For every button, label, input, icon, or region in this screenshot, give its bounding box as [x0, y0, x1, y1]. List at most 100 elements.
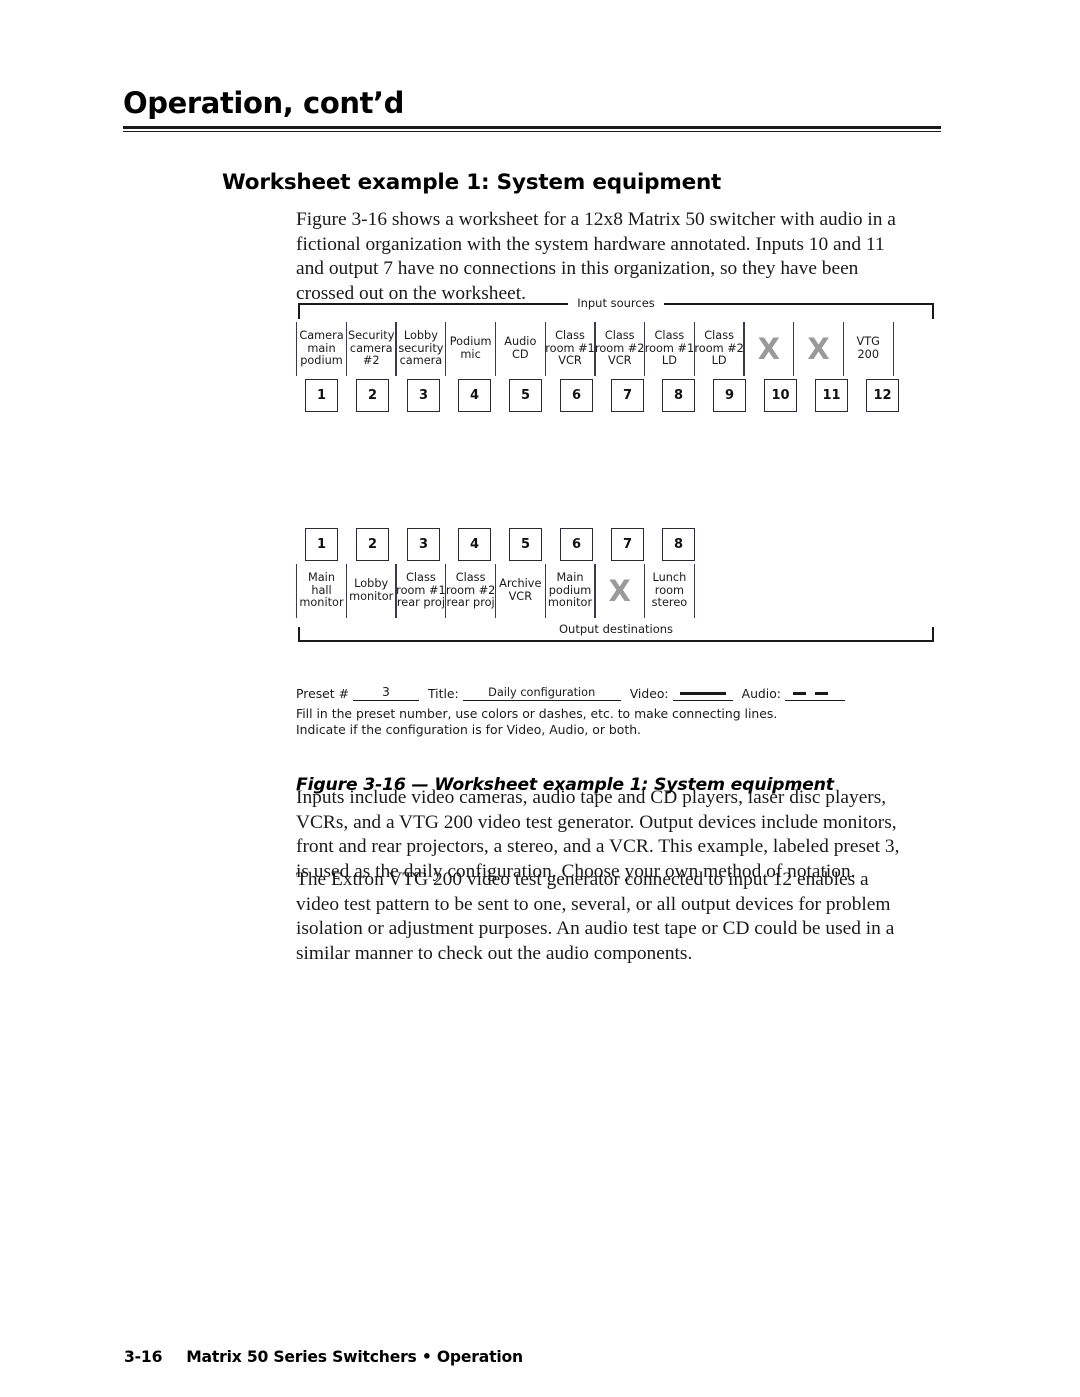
output-number-box[interactable]: 8	[662, 528, 695, 561]
output-number-box[interactable]: 1	[305, 528, 338, 561]
input-label-cell[interactable]: Security camera #2	[345, 322, 397, 376]
output-number-cell[interactable]: 8	[653, 528, 704, 561]
input-number-box[interactable]: 9	[713, 379, 746, 412]
input-label-line: Class	[704, 329, 734, 343]
output-destinations-bracket: Output destinations	[296, 622, 936, 648]
input-number-box[interactable]: 4	[458, 379, 491, 412]
output-number-box[interactable]: 3	[407, 528, 440, 561]
output-label-line: monitor	[349, 590, 394, 603]
output-label-line: Main	[308, 571, 335, 585]
output-label-line: rear proj	[396, 596, 445, 610]
input-label-line: Class	[555, 329, 585, 343]
output-number-cell[interactable]: 2	[347, 528, 398, 561]
preset-video-swatch[interactable]	[672, 685, 733, 701]
input-number-cell[interactable]: 3	[398, 379, 449, 412]
input-label-cell[interactable]: Class room #1 VCR	[544, 322, 596, 376]
section-heading: Worksheet example 1: System equipment	[222, 170, 722, 195]
page-footer: 3-16 Matrix 50 Series Switchers • Operat…	[124, 1348, 523, 1366]
input-number-box[interactable]: 12	[866, 379, 899, 412]
matrix-connection-area[interactable]	[296, 412, 936, 528]
input-number-box[interactable]: 5	[509, 379, 542, 412]
output-number-box[interactable]: 4	[458, 528, 491, 561]
input-label-line: Lobby	[403, 329, 438, 343]
preset-number-label: Preset #	[296, 686, 349, 701]
output-label-cell[interactable]: Main podium monitor	[544, 564, 596, 618]
output-number-cell[interactable]: 4	[449, 528, 500, 561]
input-label-cell[interactable]: X	[793, 322, 845, 376]
output-number-cell[interactable]: 1	[296, 528, 347, 561]
input-number-box[interactable]: 8	[662, 379, 695, 412]
crossed-out-x-icon: X	[608, 573, 631, 608]
input-label-cell[interactable]: Podium mic	[445, 322, 497, 376]
page-title: Operation, cont’d	[123, 86, 405, 120]
input-number-cell[interactable]: 2	[347, 379, 398, 412]
output-label-cell[interactable]: Class room #1 rear proj	[395, 564, 447, 618]
output-number-box[interactable]: 7	[611, 528, 644, 561]
output-label-cell[interactable]: X	[594, 564, 646, 618]
header-rule-thin	[123, 130, 941, 132]
output-number-cell[interactable]: 7	[602, 528, 653, 561]
input-number-cell[interactable]: 11	[806, 379, 857, 412]
input-number-box[interactable]: 6	[560, 379, 593, 412]
output-label-cell[interactable]: Lobby monitor	[345, 564, 397, 618]
output-number-box[interactable]: 2	[356, 528, 389, 561]
input-number-cell[interactable]: 6	[551, 379, 602, 412]
input-label-cell[interactable]: Audio CD	[494, 322, 546, 376]
input-number-cell[interactable]: 12	[857, 379, 908, 412]
input-number-box[interactable]: 11	[815, 379, 848, 412]
input-number-box[interactable]: 3	[407, 379, 440, 412]
input-label-line: VCR	[558, 354, 582, 368]
input-label-line: Security	[348, 329, 395, 343]
input-label-cell[interactable]: Lobby security camera	[395, 322, 447, 376]
output-label-line: monitor	[299, 596, 344, 610]
output-label-line: rear proj	[446, 596, 495, 610]
output-number-cell[interactable]: 5	[500, 528, 551, 561]
output-label-cell[interactable]: Class room #2 rear proj	[445, 564, 497, 618]
preset-video-label: Video:	[629, 686, 669, 701]
output-label-cell[interactable]: Lunch room stereo	[643, 564, 695, 618]
input-label-cell[interactable]: Class room #2 VCR	[594, 322, 646, 376]
input-label-line: mic	[460, 348, 481, 361]
input-label-line: #2	[362, 354, 380, 368]
input-number-box[interactable]: 10	[764, 379, 797, 412]
input-number-cell[interactable]: 10	[755, 379, 806, 412]
input-label-cell[interactable]: X	[743, 322, 795, 376]
output-label-cell[interactable]: Main hall monitor	[296, 564, 347, 618]
preset-number-value[interactable]: 3	[352, 684, 419, 701]
input-label-line: CD	[512, 348, 529, 361]
input-number-box[interactable]: 7	[611, 379, 644, 412]
intro-paragraph: Figure 3-16 shows a worksheet for a 12x8…	[296, 209, 896, 304]
output-label-line: stereo	[651, 596, 688, 610]
output-label-cell[interactable]: Archive VCR	[494, 564, 546, 618]
input-number-cell[interactable]: 4	[449, 379, 500, 412]
preset-title-value[interactable]: Daily configuration	[462, 686, 621, 701]
input-number-cell[interactable]: 9	[704, 379, 755, 412]
input-label-line: LD	[711, 354, 727, 368]
preset-instructions: Fill in the preset number, use colors or…	[296, 706, 936, 737]
output-number-cell[interactable]: 6	[551, 528, 602, 561]
output-label-row: Main hall monitor Lobby monitor Class room #1 r…	[296, 564, 936, 618]
input-label-cell[interactable]: Class room #2 LD	[693, 322, 745, 376]
output-number-box[interactable]: 5	[509, 528, 542, 561]
worksheet-figure: Input sources Camera main podium Security ca…	[296, 296, 936, 736]
input-label-cell[interactable]: VTG 200	[842, 322, 894, 376]
input-number-cell[interactable]: 8	[653, 379, 704, 412]
input-label-cell[interactable]: Class room #1 LD	[643, 322, 695, 376]
input-label-line: podium	[300, 354, 343, 368]
crossed-out-x-icon: X	[807, 331, 830, 366]
output-label-line: VCR	[508, 590, 533, 603]
input-sources-label: Input sources	[568, 296, 664, 310]
footer-document-title: Matrix 50 Series Switchers • Operation	[186, 1348, 523, 1366]
input-number-box[interactable]: 2	[356, 379, 389, 412]
input-label-line: Class	[604, 329, 635, 343]
input-number-cell[interactable]: 5	[500, 379, 551, 412]
input-number-cell[interactable]: 1	[296, 379, 347, 412]
output-number-box[interactable]: 6	[560, 528, 593, 561]
input-label-line: camera	[399, 354, 443, 368]
preset-audio-swatch[interactable]	[785, 685, 845, 701]
input-number-cell[interactable]: 7	[602, 379, 653, 412]
vtg-paragraph: The Extron VTG 200 video test generator …	[296, 869, 895, 964]
output-number-cell[interactable]: 3	[398, 528, 449, 561]
input-number-box[interactable]: 1	[305, 379, 338, 412]
input-label-cell[interactable]: Camera main podium	[296, 322, 347, 376]
